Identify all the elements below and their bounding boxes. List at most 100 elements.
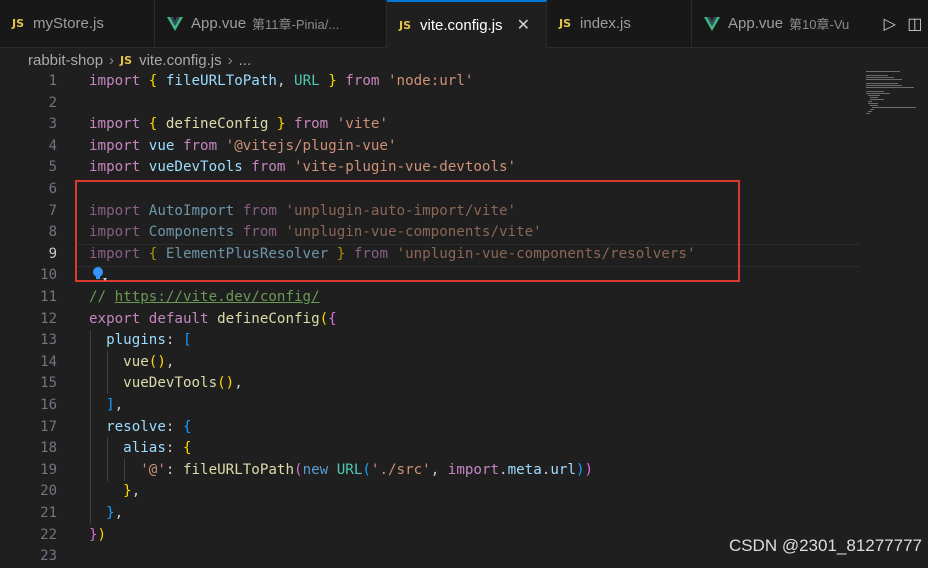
code-token: } [268, 116, 286, 133]
code-line[interactable]: 19 '@': fileURLToPath(new URL('./src', i… [0, 460, 860, 482]
tab-index-js[interactable]: JS index.js [547, 0, 692, 47]
code-token: from [336, 73, 388, 89]
line-number: 9 [48, 245, 57, 262]
line-number: 16 [40, 397, 57, 413]
line-number: 22 [40, 526, 57, 543]
line-code: '@': fileURLToPath(new URL('./src', impo… [89, 460, 593, 482]
tab-mystore-js[interactable]: JS myStore.js [0, 0, 155, 47]
code-token: ( [294, 461, 303, 478]
vue-file-icon [167, 16, 183, 31]
tab-label: index.js [580, 15, 631, 32]
code-line[interactable]: 12 export default defineConfig({ [0, 309, 860, 331]
breadcrumb-folder[interactable]: rabbit-shop [28, 52, 103, 69]
code-token: ( [319, 310, 329, 327]
code-token: URL [294, 73, 320, 89]
watermark: CSDN @2301_81277777 [728, 536, 922, 555]
code-line[interactable]: 13 plugins: [ [0, 330, 860, 352]
line-number: 11 [40, 289, 57, 305]
line-code: }) [89, 525, 106, 547]
line-number: 14 [40, 353, 57, 370]
line-code: // https://vite.dev/config/ [89, 287, 320, 309]
code-token: : [165, 332, 183, 349]
code-token: '@vitejs/plugin-vue' [225, 137, 397, 154]
close-icon[interactable]: ✕ [517, 15, 530, 35]
code-token: defineConfig [165, 116, 269, 133]
code-line[interactable]: 1 import { fileURLToPath, URL } from 'nod… [0, 71, 860, 93]
code-token: } [106, 505, 115, 521]
tab-app-vue[interactable]: App.vue 第11章-Pinia/... [155, 0, 387, 47]
code-token: () [148, 353, 166, 370]
code-line[interactable]: 14 vue(), [0, 352, 860, 374]
code-token: new [302, 461, 337, 478]
code-token: } [123, 483, 132, 500]
line-number: 10 [40, 267, 57, 284]
chevron-right-icon: › [227, 51, 233, 69]
breadcrumb-more[interactable]: ... [239, 52, 252, 69]
split-editor-icon[interactable]: ◫ [907, 14, 922, 34]
code-line[interactable]: 21 }, [0, 503, 860, 525]
code-token: meta [507, 461, 542, 478]
line-code: alias: { [89, 438, 192, 460]
code-token: from [242, 159, 295, 176]
line-number: 21 [40, 505, 57, 521]
play-icon[interactable]: ▷ [884, 14, 896, 34]
code-token: import [89, 116, 149, 133]
chevron-right-icon: › [109, 51, 115, 69]
lightbulb-icon[interactable] [91, 266, 109, 282]
code-token: { [182, 440, 192, 457]
breadcrumb-file[interactable]: vite.config.js [139, 52, 222, 69]
code-line[interactable]: 2 [0, 93, 860, 115]
line-number: 5 [48, 159, 57, 176]
code-line[interactable]: 11 // https://vite.dev/config/ [0, 287, 860, 309]
code-token: export default [89, 310, 218, 327]
code-line[interactable]: 5 import vueDevTools from 'vite-plugin-vu… [0, 157, 860, 179]
line-code: export default defineConfig({ [89, 309, 337, 331]
line-number: 18 [40, 440, 57, 457]
code-token: , [165, 353, 175, 370]
code-token: , [114, 505, 124, 521]
code-token: ( [362, 461, 371, 478]
code-token: import [89, 159, 149, 176]
js-file-icon: JS [399, 18, 412, 32]
line-code: }, [89, 481, 140, 503]
code-token: import [447, 461, 500, 478]
tab-description: 第10章-Vu [789, 17, 850, 32]
code-line[interactable]: 17 resolve: { [0, 417, 860, 439]
code-line[interactable]: 16 ], [0, 395, 860, 417]
code-token: : [165, 418, 183, 435]
code-line[interactable]: 15 vueDevTools(), [0, 373, 860, 395]
code-token: { [328, 310, 337, 327]
minimap[interactable] [866, 70, 916, 130]
code-editor[interactable]: 1 import { fileURLToPath, URL } from 'nod… [0, 70, 928, 564]
code-line[interactable]: 4 import vue from '@vitejs/plugin-vue' [0, 136, 860, 158]
code-token: { [148, 73, 166, 89]
code-token: : [165, 461, 183, 478]
line-code: vueDevTools(), [89, 373, 243, 395]
code-token: resolve [106, 418, 166, 435]
code-token: plugins [106, 332, 166, 349]
code-token: ] [106, 397, 115, 413]
tab-description: 第11章-Pinia/... [252, 17, 340, 32]
code-token: alias [123, 440, 166, 457]
line-code: import vueDevTools from 'vite-plugin-vue… [89, 157, 516, 179]
breadcrumb: rabbit-shop › JS vite.config.js › ... [0, 48, 928, 72]
js-file-icon: JS [559, 17, 572, 30]
line-number: 7 [48, 202, 57, 219]
code-line[interactable]: 18 alias: { [0, 438, 860, 460]
editor-actions: ▷ ◫ [878, 0, 928, 47]
annotation-box [75, 180, 740, 282]
code-token: ) [584, 461, 594, 478]
code-token: , [276, 73, 295, 89]
code-line[interactable]: 20 }, [0, 481, 860, 503]
code-token: from [174, 137, 226, 154]
code-token: , [114, 397, 124, 413]
line-code: }, [89, 503, 123, 525]
code-line[interactable]: 3 import { defineConfig } from 'vite' [0, 114, 860, 136]
tab-vite-config-js[interactable]: JS vite.config.js ✕ [387, 0, 547, 48]
code-token: defineConfig [217, 310, 320, 327]
line-number: 12 [40, 310, 57, 327]
